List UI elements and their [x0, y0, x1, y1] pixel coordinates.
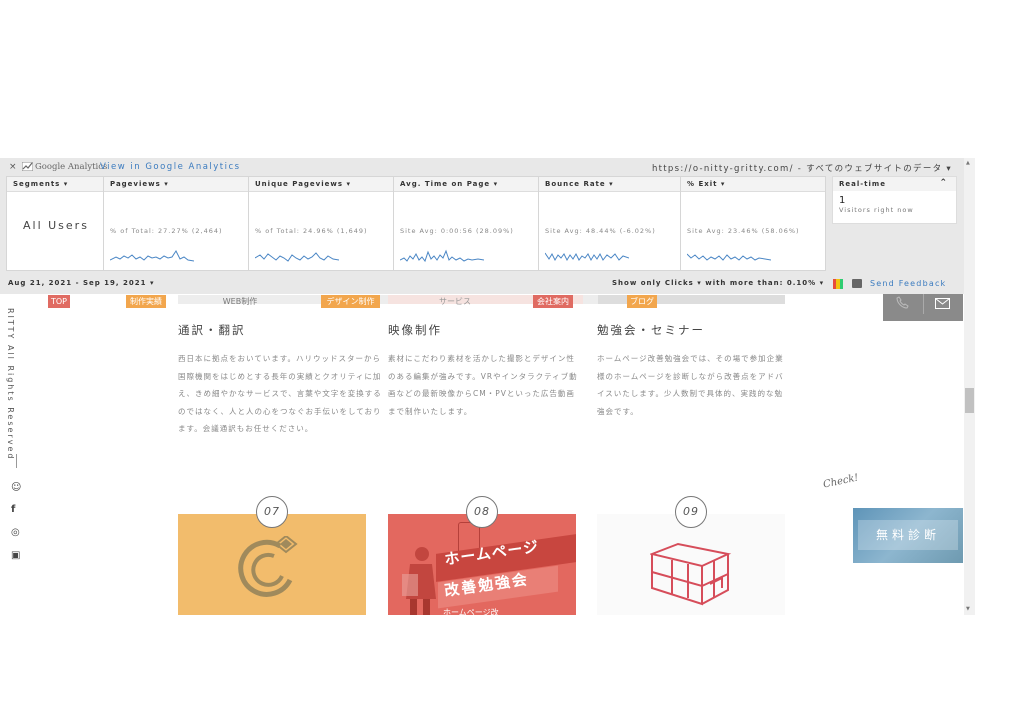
metric-header[interactable]: Unique Pageviews ▾: [249, 177, 393, 192]
category-tag-blog[interactable]: ブログ: [627, 295, 657, 308]
service-description: ホームページ改善勉強会では、その場で参加企業様のホームページを診断しながら改善点…: [597, 354, 784, 416]
metric-bounce-rate[interactable]: Bounce Rate ▾ Site Avg: 48.44% (-6.02%): [539, 177, 681, 270]
property-selector[interactable]: https://o-nitty-gritty.com/ - すべてのウェブサイト…: [652, 162, 952, 174]
category-tag-web[interactable]: WEB制作: [210, 295, 270, 308]
realtime-header: Real-time ⌃: [833, 177, 956, 191]
sparkline: [687, 253, 771, 261]
metric-header[interactable]: Bounce Rate ▾: [539, 177, 680, 192]
contact-divider: [923, 294, 924, 314]
metric-header[interactable]: Avg. Time on Page ▾: [394, 177, 538, 192]
category-tag-service[interactable]: サービス: [420, 295, 490, 308]
ga-logo: Google Analytics: [21, 161, 108, 172]
send-feedback-link[interactable]: Send Feedback: [870, 279, 946, 288]
heatmap-legend-icon[interactable]: [833, 279, 843, 289]
segments-column[interactable]: Segments ▾ All Users: [7, 177, 104, 270]
metric-avg-time[interactable]: Avg. Time on Page ▾ Site Avg: 0:00:56 (2…: [394, 177, 539, 270]
analytics-overlay: × Google Analytics View in Google Analyt…: [0, 158, 964, 294]
service-card-isometric[interactable]: [597, 514, 785, 615]
sparkline: [545, 252, 629, 262]
instagram-icon[interactable]: ◎: [11, 527, 20, 538]
mail-icon[interactable]: [935, 298, 950, 309]
realtime-title: Real-time: [839, 180, 886, 188]
view-in-ga-link[interactable]: View in Google Analytics: [100, 162, 241, 172]
metric-unique-pageviews[interactable]: Unique Pageviews ▾ % of Total: 24.96% (1…: [249, 177, 394, 270]
side-divider: [16, 454, 17, 468]
facebook-icon[interactable]: f: [11, 504, 15, 515]
metric-header[interactable]: % Exit ▾: [681, 177, 825, 192]
metric-summary: Site Avg: 23.46% (58.06%): [687, 227, 800, 235]
free-diagnosis-banner[interactable]: 無料診断: [853, 508, 963, 563]
metric-exit[interactable]: % Exit ▾ Site Avg: 23.46% (58.06%): [681, 177, 825, 270]
card-number: 09: [675, 496, 707, 528]
ga-logo-text: Google Analytics: [35, 162, 108, 172]
collapse-icon[interactable]: ⌃: [939, 178, 948, 188]
comment-icon[interactable]: [852, 279, 862, 288]
analytics-chart-icon: [21, 161, 34, 172]
metric-summary: Site Avg: 0:00:56 (28.09%): [400, 227, 514, 235]
free-diagnosis-label: 無料診断: [858, 520, 958, 550]
youtube-icon[interactable]: ▣: [11, 550, 20, 561]
segments-header[interactable]: Segments ▾: [7, 177, 103, 192]
service-card-translation[interactable]: [178, 514, 366, 615]
category-tag-top[interactable]: TOP: [48, 295, 70, 308]
copyright-vertical: RITTY All Rights Reserved: [6, 308, 15, 461]
service-description: 西日本に拠点をおいています。ハリウッドスターから国際機関をはじめとする長年の実績…: [178, 354, 382, 433]
card-footer-text: ホームページ改: [443, 608, 499, 615]
line-icon[interactable]: ☺: [11, 482, 21, 493]
browser-viewport: × Google Analytics View in Google Analyt…: [0, 158, 975, 615]
realtime-count: 1: [839, 195, 847, 206]
isometric-box-icon: [650, 542, 732, 606]
vertical-scrollbar[interactable]: ▲ ▼: [964, 158, 975, 615]
realtime-label: Visitors right now: [839, 206, 914, 214]
metric-summary: Site Avg: 48.44% (-6.02%): [545, 227, 656, 235]
service-description: 素材にこだわり素材を活かした撮影とデザイン性のある編集が強みです。VRやインタラ…: [388, 354, 578, 416]
close-icon[interactable]: ×: [9, 162, 18, 172]
service-title: 映像制作: [388, 323, 442, 337]
category-tag-company[interactable]: 会社案内: [533, 295, 573, 308]
service-title: 通訳・翻訳: [178, 323, 246, 337]
check-label: Check!: [822, 472, 860, 491]
service-card-seminar[interactable]: ホームページ 改善勉強会 ホームページ改: [388, 514, 576, 615]
scrollbar-thumb[interactable]: [965, 388, 974, 413]
category-tag-works[interactable]: 制作実績: [126, 295, 166, 308]
metric-header[interactable]: Pageviews ▾: [104, 177, 248, 192]
card-number: 08: [466, 496, 498, 528]
category-tag-design[interactable]: デザイン制作: [321, 295, 380, 308]
scroll-down-icon[interactable]: ▼: [966, 606, 970, 612]
sparkline: [255, 252, 339, 262]
metric-summary: % of Total: 24.96% (1,649): [255, 227, 368, 235]
show-only-filter[interactable]: Show only Clicks ▾ with more than: 0.10%…: [612, 279, 824, 287]
analytics-bottombar: Aug 21, 2021 - Sep 19, 2021 ▾ Show only …: [0, 276, 964, 294]
metric-pageviews[interactable]: Pageviews ▾ % of Total: 27.27% (2,464): [104, 177, 249, 270]
analytics-topbar: × Google Analytics View in Google Analyt…: [0, 158, 964, 176]
metrics-table: Segments ▾ All Users Pageviews ▾ % of To…: [6, 176, 826, 271]
scroll-up-icon[interactable]: ▲: [966, 160, 970, 166]
sparkline: [110, 250, 194, 262]
sparkline: [400, 249, 484, 263]
card-number: 07: [256, 496, 288, 528]
service-title: 勉強会・セミナー: [597, 323, 705, 337]
phone-icon[interactable]: [896, 296, 909, 309]
metric-summary: % of Total: 27.27% (2,464): [110, 227, 223, 235]
segment-value: All Users: [23, 219, 89, 232]
date-range-selector[interactable]: Aug 21, 2021 - Sep 19, 2021 ▾: [8, 279, 154, 287]
translation-logo-icon: [238, 536, 298, 597]
realtime-panel: Real-time ⌃ 1 Visitors right now: [832, 176, 957, 224]
